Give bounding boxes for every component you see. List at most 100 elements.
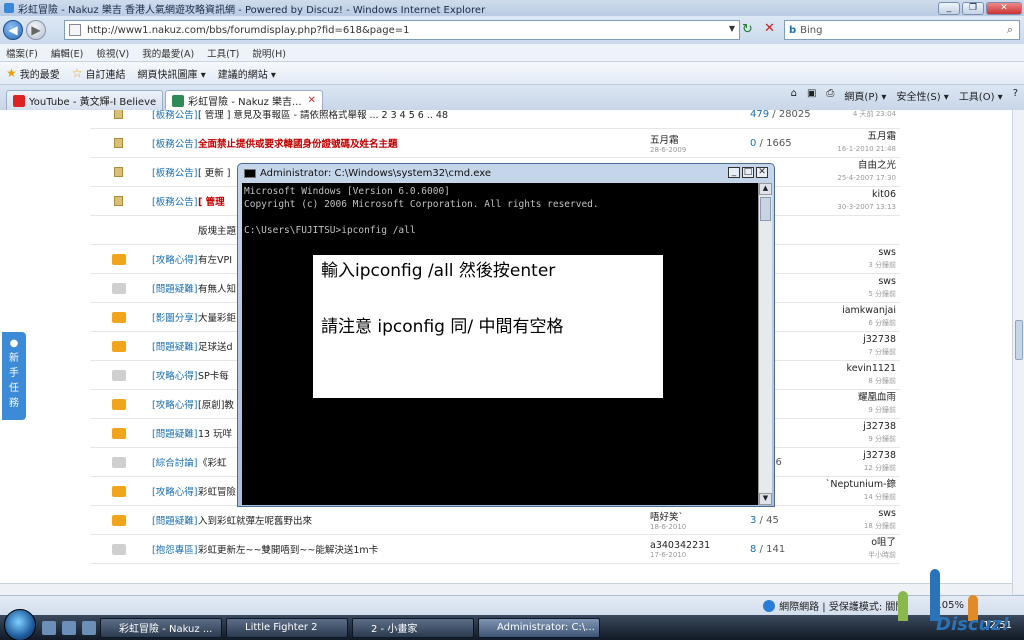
thread-category[interactable]: [綜合討論] bbox=[152, 455, 197, 469]
last-post-user[interactable]: j32738 bbox=[863, 421, 896, 432]
vertical-scrollbar[interactable] bbox=[1012, 110, 1024, 594]
thread-category[interactable]: [攻略心得] bbox=[152, 252, 197, 266]
last-post[interactable]: `Neptunium-錼 14 分鐘前 bbox=[826, 479, 896, 503]
last-post[interactable]: sws 3 分鐘前 bbox=[868, 247, 896, 271]
thread-subject[interactable]: 版塊主題 bbox=[198, 223, 236, 237]
cmd-close-button[interactable]: ✕ bbox=[756, 167, 768, 178]
feeds-icon[interactable]: ▣ bbox=[807, 88, 816, 103]
menu-favorites[interactable]: 我的最愛(A) bbox=[142, 46, 194, 60]
forward-button[interactable]: ▶ bbox=[26, 20, 46, 40]
thread-category[interactable]: [問題疑難] bbox=[152, 426, 197, 440]
restore-button[interactable]: ❐ bbox=[962, 1, 984, 15]
taskbar-item-ie[interactable]: 彩虹冒險 - Nakuz ... bbox=[100, 617, 222, 638]
cmd-scrollbar[interactable]: ▲ ▼ bbox=[758, 183, 772, 505]
thread-subject[interactable]: [ 管理 ] 意見及事報區 - 請依照格式舉報 ... 2 3 4 5 6 ..… bbox=[198, 110, 448, 121]
thread-category[interactable]: [問題疑難] bbox=[152, 281, 197, 295]
thread-category[interactable]: [攻略心得] bbox=[152, 368, 197, 382]
fav-link-suggested[interactable]: 建議的網站 ▾ bbox=[218, 66, 276, 81]
last-post[interactable]: kit06 30-3-2007 13:13 bbox=[837, 189, 896, 213]
thread-category[interactable]: [影圖分享] bbox=[152, 310, 197, 324]
thread-category[interactable]: [板務公告] bbox=[152, 194, 197, 208]
thread-category[interactable]: [攻略心得] bbox=[152, 397, 197, 411]
minimize-button[interactable]: _ bbox=[938, 1, 960, 15]
search-input[interactable]: b Bing ⌕ bbox=[784, 20, 1020, 40]
thread-subject[interactable]: [ 管理 bbox=[198, 194, 225, 208]
fav-link-custom[interactable]: ☆ 自訂連結 bbox=[72, 66, 126, 81]
tab-youtube[interactable]: YouTube - 黃文輝-I Believe bbox=[6, 90, 164, 110]
scroll-thumb[interactable] bbox=[1015, 320, 1023, 360]
thread-subject[interactable]: 大量彩鉅 bbox=[198, 310, 236, 324]
taskbar-item-cmd[interactable]: Administrator: C:\... bbox=[478, 617, 600, 638]
last-post[interactable]: j32738 12 分鐘前 bbox=[863, 450, 896, 474]
page-menu[interactable]: 網頁(P) ▾ bbox=[844, 88, 886, 103]
thread-row[interactable]: [板務公告][ 管理 ] 意見及事報區 - 請依照格式舉報 ... 2 3 4 … bbox=[90, 110, 900, 129]
horizontal-scrollbar[interactable] bbox=[0, 583, 1012, 595]
back-button[interactable]: ◀ bbox=[3, 20, 23, 40]
last-post[interactable]: iamkwanjai 6 分鐘前 bbox=[842, 305, 896, 329]
print-icon[interactable]: ⎙ bbox=[826, 88, 834, 103]
address-bar[interactable]: http://www1.nakuz.com/bbs/forumdisplay.p… bbox=[64, 20, 740, 40]
last-post-user[interactable]: j32738 bbox=[863, 334, 896, 345]
thread-subject[interactable]: 13 玩咩 bbox=[198, 426, 232, 440]
thread-category[interactable]: [抱怨專區] bbox=[152, 542, 197, 556]
thread-subject[interactable]: 入到彩虹就彈左呢舊野出來 bbox=[198, 513, 312, 527]
last-post[interactable]: 自由之光 25-4-2007 17:30 bbox=[837, 160, 896, 184]
home-icon[interactable]: ⌂ bbox=[791, 88, 797, 103]
tools-menu[interactable]: 工具(O) ▾ bbox=[959, 88, 1003, 103]
last-post-user[interactable]: `Neptunium-錼 bbox=[826, 479, 896, 490]
safety-menu[interactable]: 安全性(S) ▾ bbox=[896, 88, 948, 103]
last-post-user[interactable]: sws bbox=[878, 247, 896, 258]
taskbar-item-lf2[interactable]: Little Fighter 2 bbox=[226, 617, 348, 638]
chevron-down-icon[interactable]: ▼ bbox=[729, 24, 735, 33]
fav-link-gallery[interactable]: 網頁快訊圖庫 ▾ bbox=[138, 66, 206, 81]
last-post[interactable]: 4 天前 23:04 bbox=[853, 110, 896, 120]
last-post-user[interactable]: kevin1121 bbox=[847, 363, 896, 374]
menu-edit[interactable]: 編輯(E) bbox=[51, 46, 83, 60]
scroll-down-arrow-icon[interactable]: ▼ bbox=[759, 493, 772, 505]
thread-subject[interactable]: SP卡每 bbox=[198, 368, 229, 382]
stop-icon[interactable]: ✕ bbox=[764, 21, 775, 36]
last-post-user[interactable]: sws bbox=[878, 276, 896, 287]
menu-view[interactable]: 檢視(V) bbox=[96, 46, 129, 60]
last-post-user[interactable]: 自由之光 bbox=[858, 160, 896, 171]
menu-help[interactable]: 說明(H) bbox=[252, 46, 286, 60]
thread-subject[interactable]: 全面禁止提供或要求韓國身份證號碼及姓名主題 bbox=[198, 136, 398, 150]
thread-subject[interactable]: [原創]教 bbox=[198, 397, 234, 411]
taskbar-item-paint[interactable]: 2 - 小畫家 bbox=[352, 617, 474, 638]
thread-author[interactable]: a340342231 17-6-2010 bbox=[650, 540, 710, 559]
thread-subject[interactable]: 彩虹冒險 bbox=[198, 484, 236, 498]
menu-tools[interactable]: 工具(T) bbox=[207, 46, 239, 60]
thread-subject[interactable]: 有無人知 bbox=[198, 281, 236, 295]
close-button[interactable]: ✕ bbox=[986, 1, 1022, 15]
last-post[interactable]: kevin1121 8 分鐘前 bbox=[847, 363, 896, 387]
favorites-button[interactable]: ★ 我的最愛 bbox=[6, 66, 60, 81]
thread-subject[interactable]: 《彩虹 bbox=[198, 455, 227, 469]
thread-category[interactable]: [問題疑難] bbox=[152, 513, 197, 527]
last-post[interactable]: j32738 7 分鐘前 bbox=[863, 334, 896, 358]
cmd-minimize-button[interactable]: _ bbox=[728, 167, 740, 178]
thread-category[interactable]: [板務公告] bbox=[152, 165, 197, 179]
thread-subject[interactable]: 彩虹更新左~~雙開唔到~~能解決送1m卡 bbox=[198, 542, 378, 556]
last-post[interactable]: 五月霜 16-1-2010 21:48 bbox=[837, 131, 896, 155]
refresh-icon[interactable]: ↻ bbox=[742, 22, 753, 37]
last-post[interactable]: 耀凰血雨 9 分鐘前 bbox=[858, 392, 896, 416]
switch-windows-icon[interactable] bbox=[62, 620, 76, 635]
thread-row[interactable]: [問題疑難] 入到彩虹就彈左呢舊野出來 唔好笑` 18-6-2010 3 / 45 sws… bbox=[90, 506, 900, 535]
last-post-user[interactable]: 耀凰血雨 bbox=[858, 392, 896, 403]
cmd-maximize-button[interactable]: □ bbox=[742, 167, 754, 178]
cmd-titlebar[interactable]: Administrator: C:\Windows\system32\cmd.e… bbox=[238, 164, 774, 182]
last-post[interactable]: sws 5 分鐘前 bbox=[868, 276, 896, 300]
thread-subject[interactable]: 足球送d bbox=[198, 339, 233, 353]
last-post-user[interactable]: j32738 bbox=[863, 450, 896, 461]
thread-author[interactable]: 五月霜 28-6-2009 bbox=[650, 132, 686, 154]
tab-close-icon[interactable]: ✕ bbox=[308, 95, 316, 106]
author-name[interactable]: a340342231 bbox=[650, 540, 710, 551]
last-post-user[interactable]: iamkwanjai bbox=[842, 305, 896, 316]
last-post[interactable]: j32738 9 分鐘前 bbox=[863, 421, 896, 445]
thread-category[interactable]: [板務公告] bbox=[152, 110, 197, 121]
scroll-up-arrow-icon[interactable]: ▲ bbox=[759, 183, 772, 195]
author-name[interactable]: 唔好笑` bbox=[650, 512, 683, 523]
newbie-task-tab[interactable]: ● 新手任務 bbox=[2, 332, 26, 420]
last-post-user[interactable]: sws bbox=[878, 508, 896, 519]
last-post-user[interactable]: 五月霜 bbox=[867, 131, 896, 142]
